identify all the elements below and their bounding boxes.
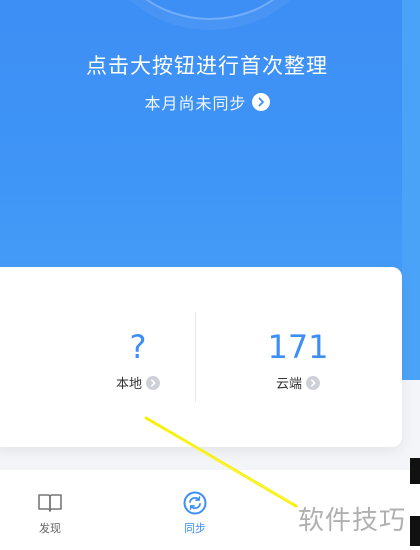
sync-status-text: 本月尚未同步	[144, 94, 247, 113]
local-count: ?	[129, 328, 147, 366]
background-edge	[402, 0, 420, 380]
local-label: 本地	[115, 377, 142, 392]
sync-icon	[183, 491, 207, 515]
chevron-right-icon	[251, 93, 270, 111]
cloud-label: 云端	[275, 377, 302, 392]
book-icon	[38, 494, 62, 512]
cloud-stat[interactable]: 171 云端	[208, 327, 388, 392]
chevron-right-icon	[306, 375, 320, 390]
edge-artifact	[410, 516, 420, 546]
chevron-right-icon	[146, 375, 160, 390]
edge-artifact	[410, 458, 420, 484]
watermark: 软件技巧	[298, 506, 407, 536]
sync-status-link[interactable]: 本月尚未同步	[0, 90, 414, 114]
cloud-count: 171	[267, 328, 329, 366]
local-stat[interactable]: ? 本地	[48, 327, 228, 392]
tab-sync-label: 同步	[184, 522, 206, 535]
hero-title: 点击大按钮进行首次整理	[86, 54, 328, 78]
tab-discover[interactable]: 发现	[20, 490, 80, 536]
tab-sync[interactable]: 同步	[165, 490, 225, 536]
tab-discover-label: 发现	[39, 522, 61, 535]
stats-card: ? 本地 171 云端	[0, 267, 402, 447]
sync-button-ring[interactable]	[110, 0, 310, 20]
